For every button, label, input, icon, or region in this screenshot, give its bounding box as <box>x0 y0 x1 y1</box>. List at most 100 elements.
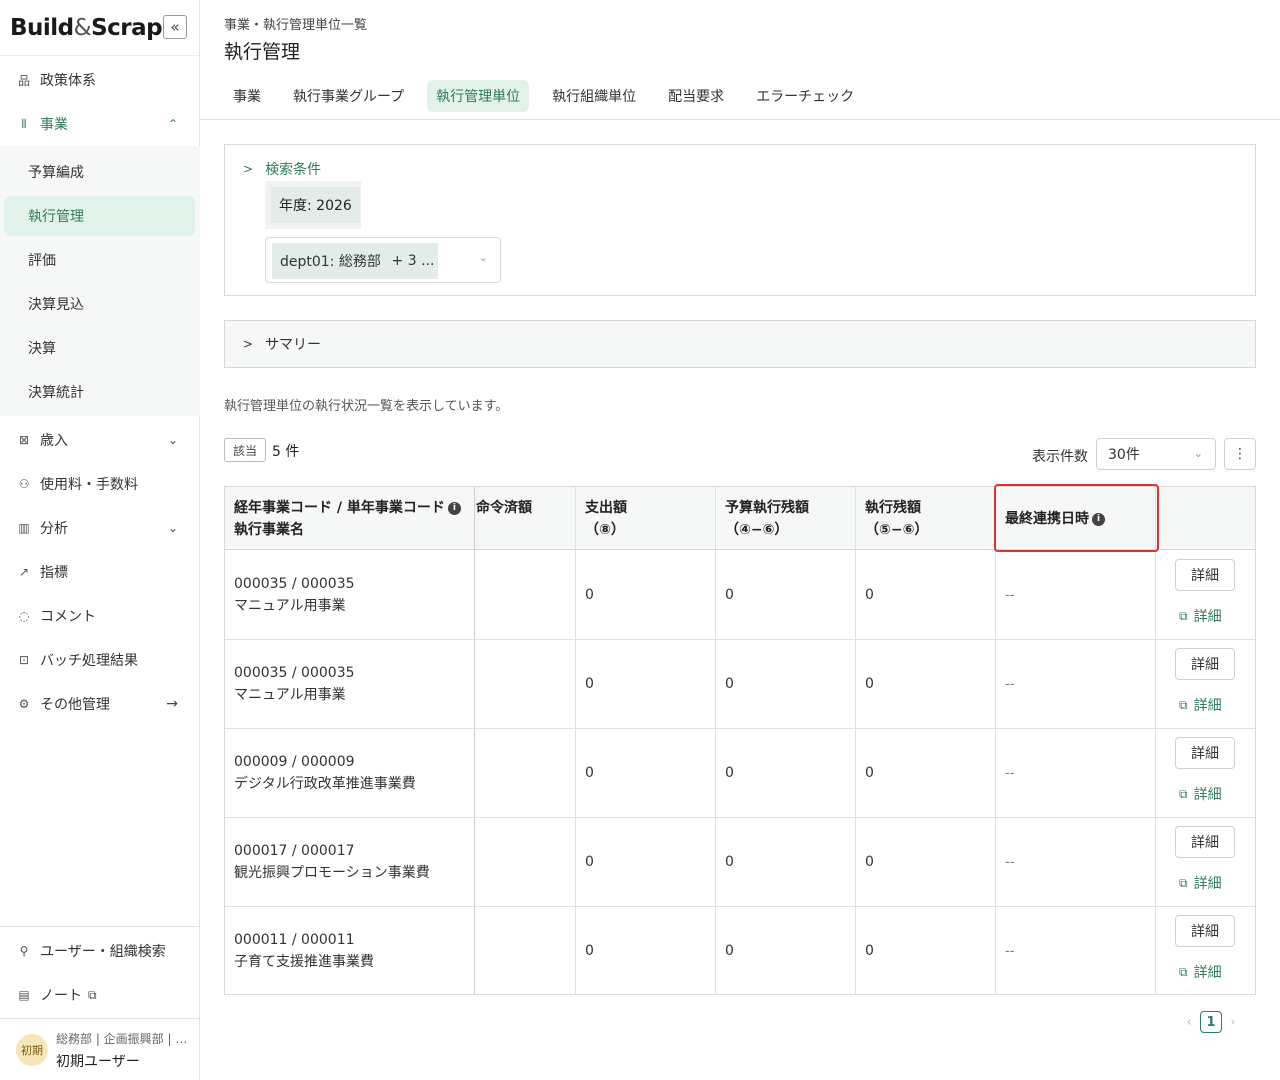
user-org: 総務部 | 企画振興部 | … <box>56 1032 188 1046</box>
sidebar-subitem-execution[interactable]: 執行管理 <box>4 196 195 236</box>
year-chip[interactable]: 年度: 2026 <box>271 187 360 223</box>
summary-panel[interactable]: > サマリー <box>224 320 1256 368</box>
sidebar-subitem-forecast[interactable]: 決算見込 <box>4 284 195 324</box>
cell-spend: 0 <box>585 587 594 603</box>
more-chip[interactable]: + 3 ... <box>388 243 438 279</box>
header-exec-remaining: 執行残額 （⑤−⑥） <box>865 500 929 538</box>
cell-budget-remaining: 0 <box>725 676 734 692</box>
sidebar-item-business[interactable]: ⫴ 事業 ⌃ <box>0 104 200 144</box>
per-page-select[interactable]: 30件 ⌄ <box>1096 438 1216 470</box>
col-divider <box>715 487 716 994</box>
detail-link[interactable]: ⧉ 詳細 <box>1179 873 1222 893</box>
per-page-value: 30件 <box>1108 447 1140 463</box>
count-badge: 該当 <box>224 438 267 462</box>
sidebar: Build&Scrap « 品 政策体系 ⫴ 事業 ⌃ 予算編成 執行管理 評価… <box>0 0 200 1080</box>
tab-org-unit[interactable]: 執行組織単位 <box>543 80 645 112</box>
dept-chip[interactable]: dept01: 総務部 <box>272 243 389 279</box>
divider <box>0 926 200 927</box>
tab-allocation-request[interactable]: 配当要求 <box>659 80 733 112</box>
tab-error-check[interactable]: エラーチェック <box>747 80 863 112</box>
page-title: 執行管理 <box>224 41 301 63</box>
sidebar-item-label: 事業 <box>40 117 68 133</box>
chevron-down-icon: ⌄ <box>1193 447 1203 460</box>
revenue-icon: ⊠ <box>18 433 30 447</box>
sidebar-subitem-budget[interactable]: 予算編成 <box>4 152 195 192</box>
sidebar-item-batch[interactable]: ⊡ バッチ処理結果 <box>0 640 200 680</box>
pagination: ‹ 1 › <box>1178 1011 1244 1033</box>
divider <box>0 1018 200 1019</box>
more-options-button[interactable]: ⋮ <box>1224 438 1256 470</box>
user-name: 初期ユーザー <box>56 1054 140 1070</box>
avatar: 初期 <box>16 1034 48 1066</box>
bar-chart-icon: ⫴ <box>21 116 27 131</box>
chevron-right-icon: > <box>243 337 254 351</box>
sidebar-subitem-evaluation[interactable]: 評価 <box>4 240 195 280</box>
tab-business[interactable]: 事業 <box>224 80 270 112</box>
chevron-right-icon: > <box>243 162 254 176</box>
sidebar-item-label: 分析 <box>40 521 68 537</box>
col-divider <box>995 487 996 994</box>
search-panel: > 検索条件 年度: 2026 dept01: 総務部 + 3 ... ⌄ <box>224 144 1256 296</box>
breadcrumb: 事業・執行管理単位一覧 <box>224 18 368 33</box>
cell-last-sync: -- <box>1005 855 1015 870</box>
row-divider <box>225 728 1255 729</box>
tab-bar: 事業 執行事業グループ 執行管理単位 執行組織単位 配当要求 エラーチェック <box>224 80 877 112</box>
detail-button[interactable]: 詳細 <box>1175 648 1235 680</box>
detail-link[interactable]: ⧉ 詳細 <box>1179 606 1222 626</box>
fees-icon: ⚇ <box>18 477 30 491</box>
sidebar-item-notes[interactable]: ▤ ノート ⧉ <box>0 975 200 1015</box>
tab-execution-group[interactable]: 執行事業グループ <box>284 80 413 112</box>
cell-spend: 0 <box>585 854 594 870</box>
tab-execution-unit[interactable]: 執行管理単位 <box>427 80 530 112</box>
sidebar-item-user-search[interactable]: ⚲ ユーザー・組織検索 <box>0 931 200 971</box>
detail-button[interactable]: 詳細 <box>1175 826 1235 858</box>
info-icon[interactable]: i <box>447 501 461 515</box>
header-order-amount: 命令済額 <box>476 500 532 516</box>
detail-link[interactable]: ⧉ 詳細 <box>1179 695 1222 715</box>
detail-link[interactable]: ⧉ 詳細 <box>1179 784 1222 804</box>
page-1-button[interactable]: 1 <box>1200 1011 1222 1033</box>
sidebar-item-policy[interactable]: 品 政策体系 <box>0 60 200 100</box>
user-menu[interactable]: 初期 総務部 | 企画振興部 | … 初期ユーザー <box>16 1030 192 1074</box>
sidebar-item-comments[interactable]: ◌ コメント <box>0 596 200 636</box>
cell-exec-remaining: 0 <box>865 943 874 959</box>
row-divider <box>225 817 1255 818</box>
hierarchy-icon: 品 <box>17 73 30 88</box>
year-filter[interactable]: 年度: 2026 <box>265 181 361 229</box>
chevron-down-icon: ⌄ <box>167 433 178 447</box>
cell-last-sync: -- <box>1005 588 1015 603</box>
sidebar-item-label: 指標 <box>40 565 68 581</box>
sidebar-item-indicators[interactable]: ↗ 指標 <box>0 552 200 592</box>
cell-exec-remaining: 0 <box>865 587 874 603</box>
cell-budget-remaining: 0 <box>725 943 734 959</box>
external-link-icon: ⧉ <box>1179 786 1188 801</box>
sidebar-item-label: 歳入 <box>40 433 68 449</box>
sidebar-item-label: ノート <box>40 988 82 1004</box>
col-divider <box>575 487 576 994</box>
cell-spend: 0 <box>585 676 594 692</box>
collapse-sidebar-button[interactable]: « <box>163 15 187 39</box>
detail-button[interactable]: 詳細 <box>1175 737 1235 769</box>
sidebar-subitem-statistics[interactable]: 決算統計 <box>4 372 195 412</box>
sidebar-item-fees[interactable]: ⚇ 使用料・手数料 <box>0 464 200 504</box>
chevron-down-icon: ⌄ <box>167 521 178 535</box>
table-row-code: 000011 / 000011 子育て支援推進事業費 <box>234 932 374 970</box>
app-logo: Build&Scrap <box>10 14 163 41</box>
sidebar-subitem-settlement[interactable]: 決算 <box>4 328 195 368</box>
dept-multiselect[interactable]: dept01: 総務部 + 3 ... ⌄ <box>265 237 501 283</box>
sidebar-item-other[interactable]: ⚙ その他管理 → <box>0 684 200 724</box>
external-link-icon: ⧉ <box>1179 875 1188 890</box>
detail-link[interactable]: ⧉ 詳細 <box>1179 962 1222 982</box>
sidebar-item-label: バッチ処理結果 <box>40 653 138 669</box>
sidebar-item-revenue[interactable]: ⊠ 歳入 ⌄ <box>0 420 200 460</box>
gear-icon: ⚙ <box>18 697 30 711</box>
divider <box>200 119 1280 120</box>
analysis-icon: ▥ <box>18 521 30 535</box>
detail-button[interactable]: 詳細 <box>1175 559 1235 591</box>
next-page-icon[interactable]: › <box>1222 1015 1244 1030</box>
search-panel-toggle[interactable]: > 検索条件 <box>243 159 321 179</box>
prev-page-icon[interactable]: ‹ <box>1178 1015 1200 1030</box>
header-budget-remaining: 予算執行残額 （④−⑥） <box>725 500 809 538</box>
sidebar-item-analysis[interactable]: ▥ 分析 ⌄ <box>0 508 200 548</box>
detail-button[interactable]: 詳細 <box>1175 915 1235 947</box>
